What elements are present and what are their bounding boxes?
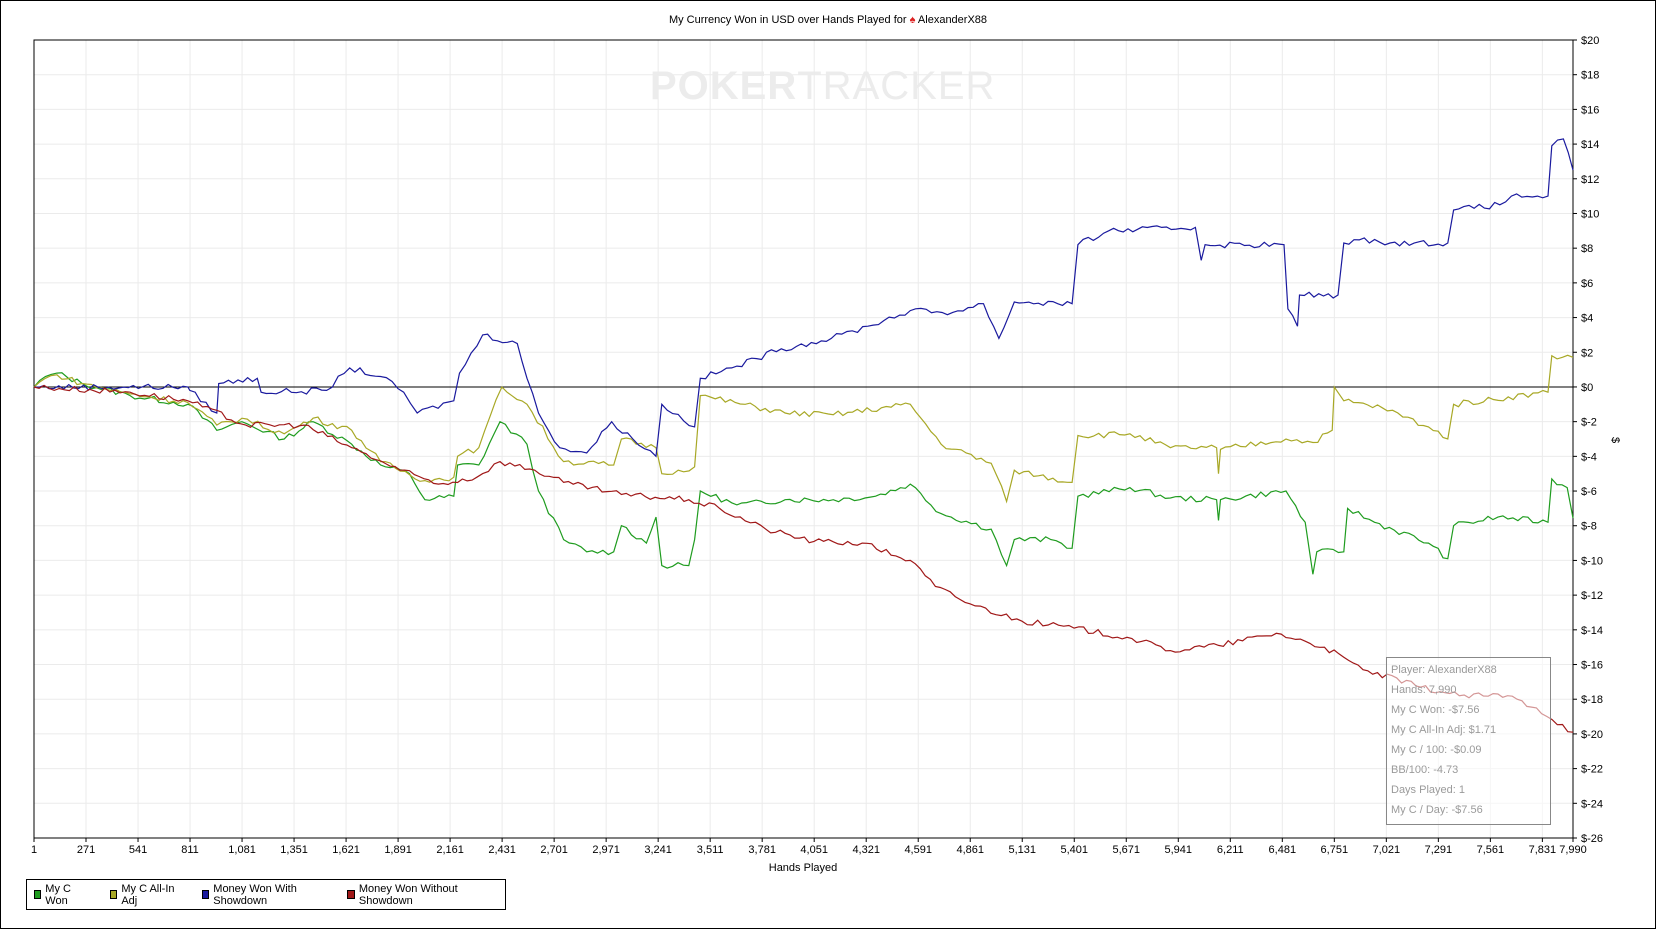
legend-item-non-showdown[interactable]: Money Won Without Showdown (347, 883, 479, 907)
legend-swatch (110, 890, 118, 899)
y-tick-label: $-22 (1581, 764, 1603, 776)
legend-swatch (201, 890, 210, 899)
x-tick-label: 7,831 (1529, 844, 1557, 856)
x-tick-label: 3,511 (697, 844, 724, 856)
series-line-money-won-with-showdown (33, 138, 1574, 458)
y-tick-label: $-20 (1581, 729, 1603, 741)
x-tick-label: 5,401 (1060, 844, 1088, 856)
x-tick-label: 2,971 (592, 844, 620, 856)
tooltip-hands: Hands: 7,990 (1391, 684, 1457, 696)
x-tick-label: 6,481 (1269, 844, 1297, 856)
x-tick-label: 4,321 (852, 844, 880, 856)
y-tick-label: $0 (1581, 382, 1593, 394)
x-tick-label: 6,751 (1321, 844, 1349, 856)
legend-swatch (34, 890, 42, 899)
x-tick-label: 4,861 (956, 844, 984, 856)
tooltip-days: Days Played: 1 (1391, 784, 1465, 796)
x-tick-label: 6,211 (1217, 844, 1244, 856)
x-tick-label: 1,621 (332, 844, 360, 856)
x-tick-label: 5,671 (1113, 844, 1141, 856)
x-tick-label: 4,591 (904, 844, 932, 856)
tooltip-bb100: BB/100: -4.73 (1391, 764, 1459, 776)
legend-swatch (347, 890, 355, 899)
tooltip-player: Player: AlexanderX88 (1391, 664, 1497, 676)
legend: My C Won My C All-In Adj Money Won With … (26, 879, 506, 910)
x-tick-label: 2,701 (540, 844, 568, 856)
y-tick-label: $-10 (1581, 555, 1603, 567)
x-tick-label: 3,781 (748, 844, 776, 856)
y-tick-label: $18 (1581, 70, 1599, 82)
y-tick-label: $-6 (1581, 486, 1597, 498)
x-tick-label: 271 (77, 844, 95, 856)
y-tick-label: $-2 (1581, 417, 1597, 429)
y-axis-label: $ (1609, 436, 1622, 444)
y-tick-label: $-24 (1581, 798, 1603, 810)
x-tick-label: 811 (181, 844, 199, 856)
legend-item-showdown[interactable]: Money Won With Showdown (201, 883, 322, 907)
x-axis-label: Hands Played (768, 862, 838, 874)
x-tick-label: 3,241 (644, 844, 672, 856)
stats-tooltip: Player: AlexanderX88 Hands: 7,990 My C W… (1386, 657, 1551, 825)
y-tick-label: $6 (1581, 278, 1593, 290)
x-tick-label: 1,891 (384, 844, 412, 856)
y-tick-label: $-8 (1581, 521, 1597, 533)
y-tick-label: $-14 (1581, 625, 1603, 637)
x-tick-label: 7,561 (1477, 844, 1505, 856)
x-tick-label: 1,351 (280, 844, 308, 856)
x-tick-label: 7,021 (1373, 844, 1401, 856)
x-tick-label: 4,051 (800, 844, 828, 856)
y-tick-label: $20 (1581, 35, 1599, 47)
x-tick-label: 5,941 (1165, 844, 1193, 856)
x-tick-label: 2,161 (436, 844, 464, 856)
tooltip-allin-adj: My C All-In Adj: $1.71 (1391, 724, 1497, 736)
y-tick-label: $14 (1581, 139, 1599, 151)
legend-item-all-in-adj[interactable]: My C All-In Adj (110, 883, 176, 907)
series-line-my-c-won (33, 372, 1574, 575)
tooltip-won: My C Won: -$7.56 (1391, 704, 1480, 716)
series-line-money-won-without-showdown (33, 384, 1574, 733)
x-tick-label: 1,081 (228, 844, 256, 856)
x-tick-label: 541 (129, 844, 147, 856)
y-tick-label: $2 (1581, 347, 1593, 359)
series-line-my-c-all-in-adj (33, 354, 1574, 504)
y-tick-label: $4 (1581, 313, 1593, 325)
x-tick-label: 7,990 (1559, 844, 1587, 856)
y-tick-label: $-18 (1581, 694, 1603, 706)
plot-area (33, 39, 1574, 839)
tooltip-per-100: My C / 100: -$0.09 (1391, 744, 1482, 756)
x-tick-label: 2,431 (488, 844, 516, 856)
y-tick-label: $-4 (1581, 451, 1597, 463)
tooltip-per-day: My C / Day: -$7.56 (1391, 804, 1483, 816)
y-tick-label: $16 (1581, 104, 1599, 116)
legend-item-my-c-won[interactable]: My C Won (34, 883, 84, 907)
y-tick-label: $8 (1581, 243, 1593, 255)
x-tick-label: 1 (31, 844, 37, 856)
y-tick-label: $12 (1581, 174, 1599, 186)
x-tick-label: 5,131 (1008, 844, 1036, 856)
y-tick-label: $10 (1581, 208, 1599, 220)
y-tick-label: $-12 (1581, 590, 1603, 602)
y-tick-label: $-16 (1581, 660, 1603, 672)
x-tick-label: 7,291 (1425, 844, 1453, 856)
